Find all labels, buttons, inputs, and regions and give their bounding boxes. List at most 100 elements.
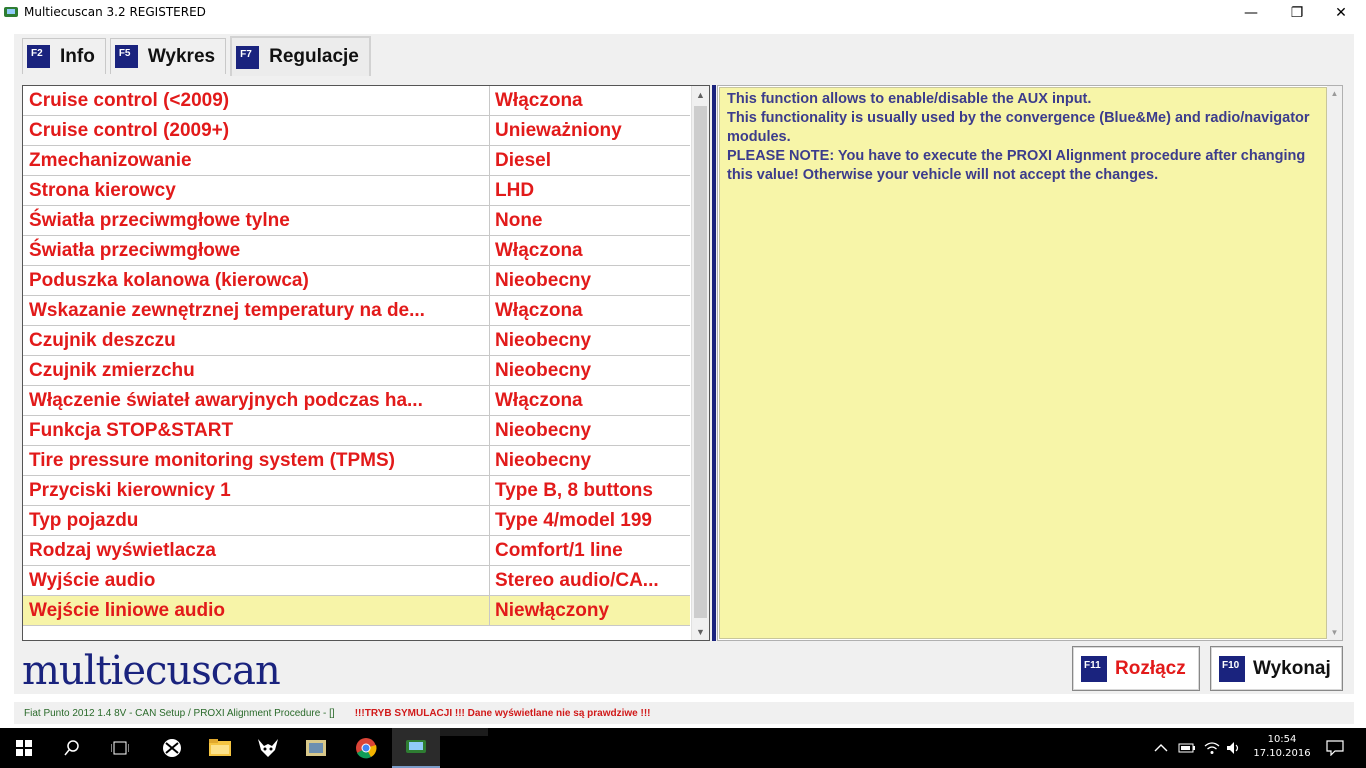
disconnect-button[interactable]: F11 Rozłącz bbox=[1072, 646, 1200, 691]
title-bar: Multiecuscan 3.2 REGISTERED — ❐ ✕ bbox=[0, 0, 1366, 25]
window-title: Multiecuscan 3.2 REGISTERED bbox=[24, 5, 206, 19]
description-panel: This function allows to enable/disable t… bbox=[717, 85, 1343, 641]
scrollbar-thumb[interactable] bbox=[694, 106, 707, 618]
tab-label: Regulacje bbox=[269, 46, 359, 67]
battery-icon[interactable] bbox=[1178, 728, 1196, 768]
disconnect-label: Rozłącz bbox=[1115, 657, 1186, 679]
tab-info[interactable]: F2 Info bbox=[22, 38, 106, 74]
close-button[interactable]: ✕ bbox=[1318, 0, 1364, 25]
settings-row[interactable]: Cruise control (<2009) Włączona bbox=[23, 86, 690, 116]
setting-value[interactable]: Niewłączony bbox=[490, 596, 690, 625]
setting-value[interactable]: Stereo audio/CA... bbox=[490, 566, 690, 595]
wifi-icon[interactable] bbox=[1204, 728, 1220, 768]
description-line: PLEASE NOTE: You have to execute the PRO… bbox=[727, 148, 1306, 183]
setting-value[interactable]: LHD bbox=[490, 176, 690, 205]
tab-label: Wykres bbox=[147, 45, 216, 67]
setting-name: Czujnik deszczu bbox=[23, 326, 490, 355]
show-hidden-icons-chevron-icon[interactable] bbox=[1154, 728, 1168, 768]
settings-row[interactable]: Rodzaj wyświetlacza Comfort/1 line bbox=[23, 536, 690, 566]
scroll-down-icon[interactable]: ▼ bbox=[692, 623, 709, 640]
panel-divider[interactable] bbox=[712, 85, 716, 641]
setting-value[interactable]: Włączona bbox=[490, 86, 690, 115]
scroll-up-icon[interactable]: ▲ bbox=[1327, 86, 1342, 101]
settings-row[interactable]: Przyciski kierownicy 1 Type B, 8 buttons bbox=[23, 476, 690, 506]
setting-value[interactable]: Nieobecny bbox=[490, 356, 690, 385]
setting-name: Strona kierowcy bbox=[23, 176, 490, 205]
fox-app-icon[interactable] bbox=[244, 728, 292, 768]
setting-value[interactable]: Nieobecny bbox=[490, 266, 690, 295]
volume-icon[interactable] bbox=[1226, 728, 1242, 768]
settings-row[interactable]: Czujnik deszczu Nieobecny bbox=[23, 326, 690, 356]
settings-row[interactable]: Wyjście audio Stereo audio/CA... bbox=[23, 566, 690, 596]
scroll-up-icon[interactable]: ▲ bbox=[692, 86, 709, 103]
settings-row[interactable]: Wejście liniowe audio Niewłączony bbox=[23, 596, 690, 626]
settings-row[interactable]: Światła przeciwmgłowe tylne None bbox=[23, 206, 690, 236]
execute-label: Wykonaj bbox=[1253, 657, 1331, 679]
setting-value[interactable]: None bbox=[490, 206, 690, 235]
settings-row[interactable]: Cruise control (2009+) Unieważniony bbox=[23, 116, 690, 146]
description-line: This function allows to enable/disable t… bbox=[727, 91, 1092, 107]
xbox-icon[interactable] bbox=[148, 728, 196, 768]
setting-value[interactable]: Unieważniony bbox=[490, 116, 690, 145]
settings-row[interactable]: Zmechanizowanie Diesel bbox=[23, 146, 690, 176]
notes-app-icon[interactable] bbox=[292, 728, 340, 768]
setting-value[interactable]: Type 4/model 199 bbox=[490, 506, 690, 535]
settings-row[interactable]: Strona kierowcy LHD bbox=[23, 176, 690, 206]
f7-key-badge: F7 bbox=[236, 45, 260, 69]
settings-row[interactable]: Światła przeciwmgłowe Włączona bbox=[23, 236, 690, 266]
task-view-icon[interactable] bbox=[96, 728, 144, 768]
setting-name: Cruise control (2009+) bbox=[23, 116, 490, 145]
execute-button[interactable]: F10 Wykonaj bbox=[1210, 646, 1343, 691]
vehicle-status: Fiat Punto 2012 1.4 8V - CAN Setup / PRO… bbox=[24, 707, 335, 719]
setting-value[interactable]: Nieobecny bbox=[490, 326, 690, 355]
setting-value[interactable]: Włączona bbox=[490, 386, 690, 415]
setting-value[interactable]: Diesel bbox=[490, 146, 690, 175]
setting-value[interactable]: Nieobecny bbox=[490, 416, 690, 445]
tab-regulacje[interactable]: F7 Regulacje bbox=[230, 36, 371, 76]
taskbar-clock[interactable]: 10:54 17.10.2016 bbox=[1252, 733, 1312, 761]
settings-table: Cruise control (<2009) Włączona Cruise con… bbox=[22, 85, 710, 641]
setting-value[interactable]: Type B, 8 buttons bbox=[490, 476, 690, 505]
setting-value[interactable]: Włączona bbox=[490, 236, 690, 265]
chrome-icon[interactable] bbox=[342, 728, 390, 768]
notifications-icon[interactable] bbox=[1326, 728, 1344, 768]
tab-wykres[interactable]: F5 Wykres bbox=[109, 38, 227, 74]
file-explorer-icon[interactable] bbox=[196, 728, 244, 768]
status-bar: Fiat Punto 2012 1.4 8V - CAN Setup / PRO… bbox=[14, 702, 1354, 724]
f2-key-badge: F2 bbox=[27, 45, 50, 68]
settings-row[interactable]: Funkcja STOP&START Nieobecny bbox=[23, 416, 690, 446]
windows-start-icon[interactable] bbox=[0, 728, 48, 768]
setting-name: Czujnik zmierzchu bbox=[23, 356, 490, 385]
maximize-button[interactable]: ❐ bbox=[1274, 0, 1320, 25]
simulation-warning: !!!TRYB SYMULACJI !!! Dane wyświetlane n… bbox=[354, 707, 651, 719]
multiecuscan-taskbar-icon[interactable] bbox=[392, 728, 440, 768]
multiecuscan-logo: multiecuscan bbox=[22, 648, 281, 694]
settings-row[interactable]: Czujnik zmierzchu Nieobecny bbox=[23, 356, 690, 386]
search-icon[interactable] bbox=[48, 728, 96, 768]
settings-row[interactable]: Poduszka kolanowa (kierowca) Nieobecny bbox=[23, 266, 690, 296]
setting-name: Wskazanie zewnętrznej temperatury na de.… bbox=[23, 296, 490, 325]
setting-name: Cruise control (<2009) bbox=[23, 86, 490, 115]
settings-row[interactable]: Wskazanie zewnętrznej temperatury na de.… bbox=[23, 296, 690, 326]
setting-value[interactable]: Comfort/1 line bbox=[490, 536, 690, 565]
taskbar-empty-slot bbox=[440, 728, 488, 736]
minimize-button[interactable]: — bbox=[1228, 0, 1274, 25]
settings-row[interactable]: Typ pojazdu Type 4/model 199 bbox=[23, 506, 690, 536]
setting-name: Wejście liniowe audio bbox=[23, 596, 490, 625]
description-line: This functionality is usually used by th… bbox=[727, 110, 1310, 145]
f5-key-badge: F5 bbox=[114, 45, 138, 68]
clock-time: 10:54 bbox=[1267, 734, 1297, 745]
tab-label: Info bbox=[60, 45, 95, 67]
scroll-down-icon[interactable]: ▼ bbox=[1327, 625, 1342, 640]
setting-value[interactable]: Włączona bbox=[490, 296, 690, 325]
tab-bar: F2 Info F5 Wykres F7 Regulacje bbox=[22, 36, 375, 76]
setting-name: Rodzaj wyświetlacza bbox=[23, 536, 490, 565]
settings-row[interactable]: Włączenie świateł awaryjnych podczas ha.… bbox=[23, 386, 690, 416]
description-scrollbar[interactable]: ▲ ▼ bbox=[1327, 86, 1342, 640]
settings-scrollbar[interactable]: ▲ ▼ bbox=[691, 86, 709, 640]
setting-name: Tire pressure monitoring system (TPMS) bbox=[23, 446, 490, 475]
settings-row[interactable]: Tire pressure monitoring system (TPMS) Ni… bbox=[23, 446, 690, 476]
setting-name: Poduszka kolanowa (kierowca) bbox=[23, 266, 490, 295]
setting-value[interactable]: Nieobecny bbox=[490, 446, 690, 475]
app-window: F2 Info F5 Wykres F7 Regulacje Cruise co… bbox=[14, 34, 1354, 694]
